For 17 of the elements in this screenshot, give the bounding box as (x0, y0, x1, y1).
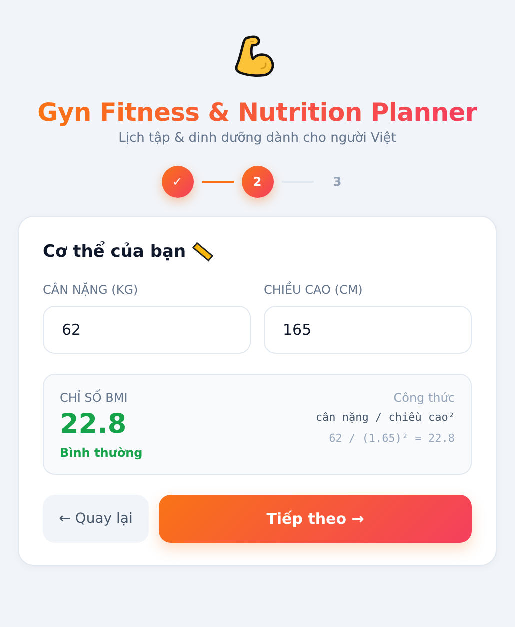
formula-calculation: 62 / (1.65)² = 22.8 (329, 432, 455, 445)
field-label: CÂN NẶNG (KG) (43, 283, 140, 297)
back-button[interactable]: ← Quay lại (43, 495, 149, 543)
step-indicator: ✓ (162, 166, 194, 198)
formula-text: cân nặng / chiều cao² (316, 411, 455, 424)
input-field[interactable]: 62 (43, 306, 251, 354)
step-connector (202, 181, 234, 183)
card-title: Cơ thể của bạn (43, 242, 186, 262)
step-indicator: 3 (332, 174, 343, 191)
app-subtitle: Lịch tập & dinh dưỡng dành cho người Việt (118, 131, 396, 146)
bmi-value: 22.8 (60, 409, 128, 440)
field-label: CHIỀU CAO (CM) (264, 283, 364, 297)
bmi-label: CHỈ SỐ BMI (60, 391, 129, 405)
formula-label: Công thức (394, 391, 455, 405)
input-field[interactable]: 165 (264, 306, 472, 354)
bmi-category: Bình thường (60, 446, 143, 460)
step-indicator: 2 (242, 166, 274, 198)
